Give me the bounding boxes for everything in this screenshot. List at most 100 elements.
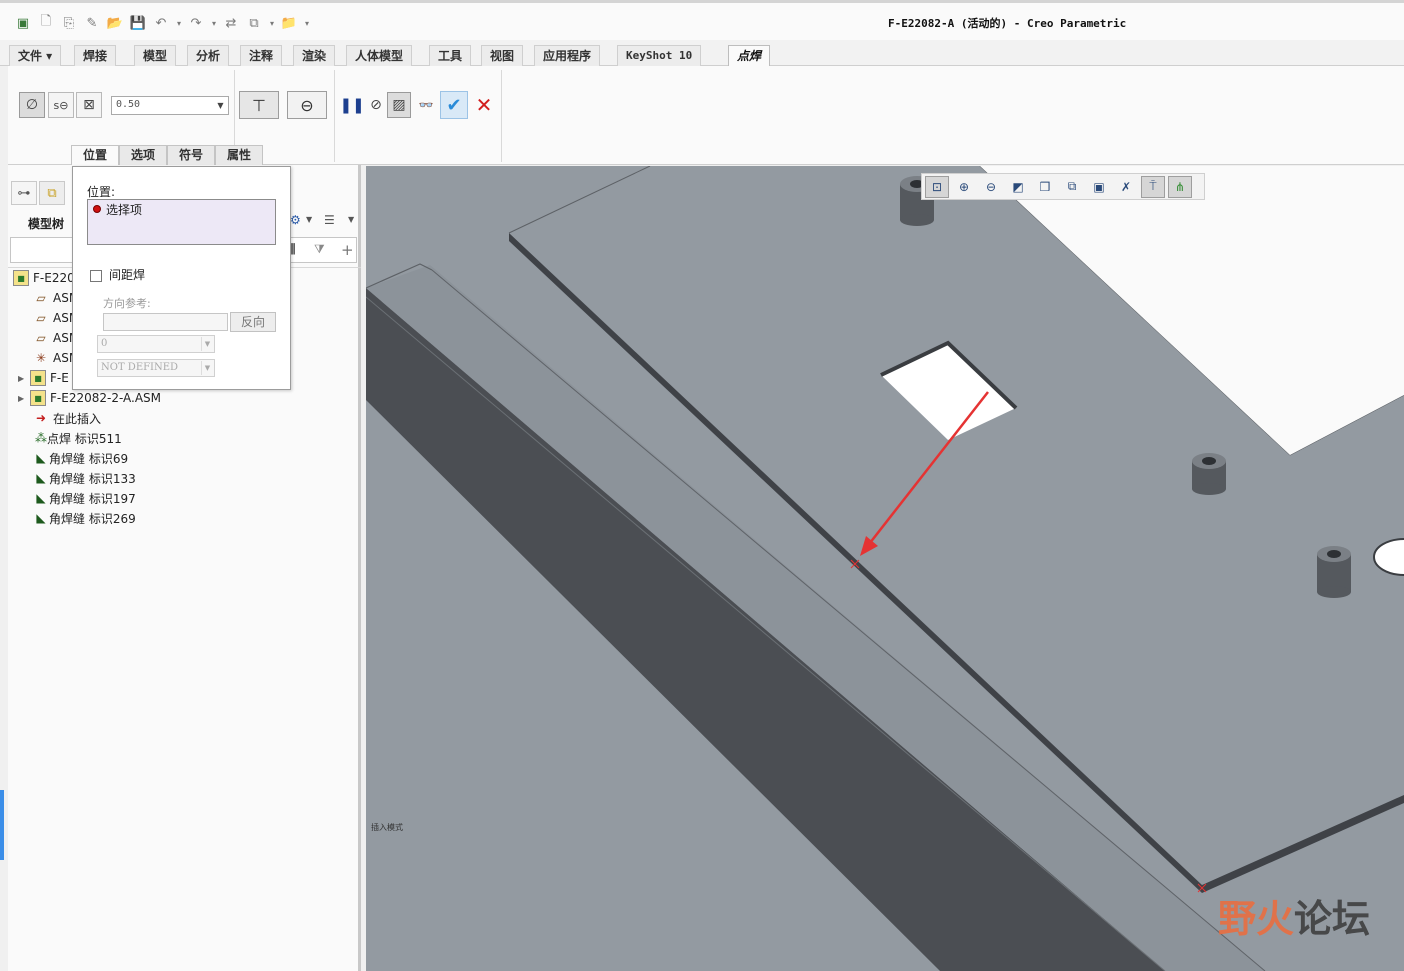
folder-open-icon[interactable]: 📂 xyxy=(106,14,124,32)
saved-orientations-icon[interactable]: ⧉ xyxy=(1060,176,1084,198)
required-dot-icon xyxy=(93,205,101,213)
direction-ref-collector[interactable] xyxy=(103,313,228,331)
tree-item[interactable]: ◣ 角焊缝 标识69 xyxy=(33,448,128,468)
tab-spot-weld[interactable]: 点焊 xyxy=(728,45,771,67)
datum-plane-icon: ▱ xyxy=(36,291,46,305)
windows-dropdown-icon[interactable]: ▾ xyxy=(268,14,276,32)
flip-button[interactable]: 反向 xyxy=(230,312,276,332)
forum-watermark-logo: 野火论坛 xyxy=(1218,888,1370,943)
annotation-display-icon[interactable]: ⍑ xyxy=(1141,175,1165,198)
tab-file[interactable]: 文件 ▾ xyxy=(9,45,62,66)
assembly-icon: ■ xyxy=(30,390,46,406)
fillet-weld-icon: ◣ xyxy=(36,491,46,505)
insert-here-icon: ➜ xyxy=(35,411,47,425)
regenerate-icon[interactable]: ⇄ xyxy=(222,14,240,32)
collector-item[interactable]: 选择项 xyxy=(106,201,142,218)
offset-dropdown[interactable]: 0 ▼ xyxy=(97,335,215,353)
refit-icon[interactable]: ⊡ xyxy=(925,175,949,198)
diameter-field[interactable]: 0.50 xyxy=(111,96,229,115)
pause-icon[interactable]: ❚❚ xyxy=(339,92,365,118)
reference-value: NOT DEFINED xyxy=(101,362,179,373)
tab-view[interactable]: 视图 xyxy=(481,45,524,66)
title-bar: ▣ 🗋 ⎘ ✎ 📂 💾 ↶ ▾ ↷ ▾ ⇄ ⧉ ▾ 📁 ▾ F-E22082-A… xyxy=(0,0,1404,40)
preview-icon[interactable]: ▨ xyxy=(387,92,411,118)
spin-center-icon[interactable]: ⋔ xyxy=(1168,175,1192,198)
tab-annotate[interactable]: 注释 xyxy=(240,45,283,66)
group-separator xyxy=(334,70,335,162)
watermark-left: 野火 xyxy=(1218,897,1295,941)
new-file-icon[interactable]: 🗋 xyxy=(37,14,55,32)
close-window-icon[interactable]: 📁 xyxy=(280,14,298,32)
tree-item[interactable]: ▶ ■ F-E22082-2-A.ASM xyxy=(18,388,161,408)
graphics-window[interactable]: ⊡ ⊕ ⊖ ◩ ❒ ⧉ ▣ ✗ ⍑ ⋔ 插入模式 野火论坛 xyxy=(366,166,1404,971)
tab-manikin[interactable]: 人体模型 xyxy=(346,45,413,66)
show-dropdown-icon[interactable]: ▼ xyxy=(348,215,354,224)
no-preview-icon[interactable]: ⊘ xyxy=(363,92,389,118)
subtab-properties[interactable]: 属性 xyxy=(215,145,263,165)
add-column-icon[interactable]: + xyxy=(341,241,354,259)
tree-item[interactable]: ➜ 在此插入 xyxy=(33,408,101,428)
redo-dropdown-icon[interactable]: ▾ xyxy=(210,14,218,32)
tree-item[interactable]: ◣ 角焊缝 标识197 xyxy=(33,488,136,508)
tree-item-label: F-E xyxy=(50,371,69,385)
tab-analysis[interactable]: 分析 xyxy=(187,45,230,66)
diameter-icon[interactable]: ∅ xyxy=(19,92,45,118)
repaint-icon[interactable]: ◩ xyxy=(1006,176,1030,198)
placement-collector[interactable]: 选择项 xyxy=(87,199,276,245)
tab-tools[interactable]: 工具 xyxy=(429,45,472,66)
tab-render[interactable]: 渲染 xyxy=(293,45,336,66)
placement-label: 位置: xyxy=(87,185,116,199)
both-sides-button[interactable]: ⊖ xyxy=(287,91,327,119)
spot-weld-type-icon[interactable]: s⊖ xyxy=(48,92,74,118)
tree-item-label: 角焊缝 标识197 xyxy=(49,491,136,506)
show-options-icon[interactable]: ☰ xyxy=(324,213,335,227)
zoom-out-icon[interactable]: ⊖ xyxy=(979,176,1003,198)
zoom-in-icon[interactable]: ⊕ xyxy=(952,176,976,198)
assembly-icon: ■ xyxy=(30,370,46,386)
cancel-icon[interactable]: ✕ xyxy=(471,92,497,118)
tree-item-label: 在此插入 xyxy=(53,411,102,426)
undo-dropdown-icon[interactable]: ▾ xyxy=(175,14,183,32)
interval-weld-checkbox[interactable] xyxy=(90,270,102,282)
insert-mode-label: 插入模式 xyxy=(371,823,403,832)
direction-ref-label: 方向参考: xyxy=(103,297,151,310)
verify-mode-icon[interactable]: 👓 xyxy=(413,92,439,118)
model-tree-tab-icon[interactable]: ⊶ xyxy=(11,181,37,205)
edit-icon[interactable]: ✎ xyxy=(83,14,101,32)
tree-item[interactable]: ⁂ 点焊 标识511 xyxy=(33,428,122,448)
tab-keyshot[interactable]: KeyShot 10 xyxy=(617,45,702,66)
app-icon[interactable]: ▣ xyxy=(14,14,32,32)
tree-item[interactable]: ■ F-E220 xyxy=(13,268,75,288)
accept-icon[interactable]: ✔ xyxy=(440,91,468,119)
windows-icon[interactable]: ⧉ xyxy=(245,14,263,32)
view-manager-icon[interactable]: ▣ xyxy=(1087,176,1111,198)
save-icon[interactable]: 💾 xyxy=(129,14,147,32)
fillet-weld-icon: ◣ xyxy=(36,451,46,465)
top-weld-side-button[interactable]: ⊤ xyxy=(239,91,279,119)
cross-section-icon[interactable]: ⊠ xyxy=(76,92,102,118)
subtab-options[interactable]: 选项 xyxy=(119,145,167,165)
expand-arrow-icon[interactable]: ▶ xyxy=(18,394,30,403)
filter-icon[interactable]: ⧩ xyxy=(314,242,325,257)
tree-settings-dropdown-icon[interactable]: ▼ xyxy=(306,215,312,224)
tree-item[interactable]: ◣ 角焊缝 标识269 xyxy=(33,508,135,528)
chevron-down-icon: ▼ xyxy=(201,337,213,351)
open-icon[interactable]: ⎘ xyxy=(60,14,78,32)
redo-icon[interactable]: ↷ xyxy=(187,14,205,32)
tab-model[interactable]: 模型 xyxy=(134,45,177,66)
expand-arrow-icon[interactable]: ▶ xyxy=(18,374,30,383)
display-style-icon[interactable]: ❒ xyxy=(1033,176,1057,198)
undo-icon[interactable]: ↶ xyxy=(152,14,170,32)
diameter-dropdown-icon[interactable]: ▼ xyxy=(213,97,228,114)
subtab-symbol[interactable]: 符号 xyxy=(167,145,215,165)
datum-display-icon[interactable]: ✗ xyxy=(1114,176,1138,198)
tree-settings-icon[interactable]: ⚙ xyxy=(290,213,301,227)
tree-item[interactable]: ▶ ■ F-E xyxy=(18,368,69,388)
folder-browser-tab-icon[interactable]: ⧉ xyxy=(39,181,65,205)
reference-dropdown[interactable]: NOT DEFINED ▼ xyxy=(97,359,215,377)
tree-item[interactable]: ◣ 角焊缝 标识133 xyxy=(33,468,135,488)
customize-toolbar-icon[interactable]: ▾ xyxy=(303,14,311,32)
tab-applications[interactable]: 应用程序 xyxy=(534,45,601,66)
tab-welding[interactable]: 焊接 xyxy=(74,45,117,66)
subtab-placement[interactable]: 位置 xyxy=(71,145,119,166)
